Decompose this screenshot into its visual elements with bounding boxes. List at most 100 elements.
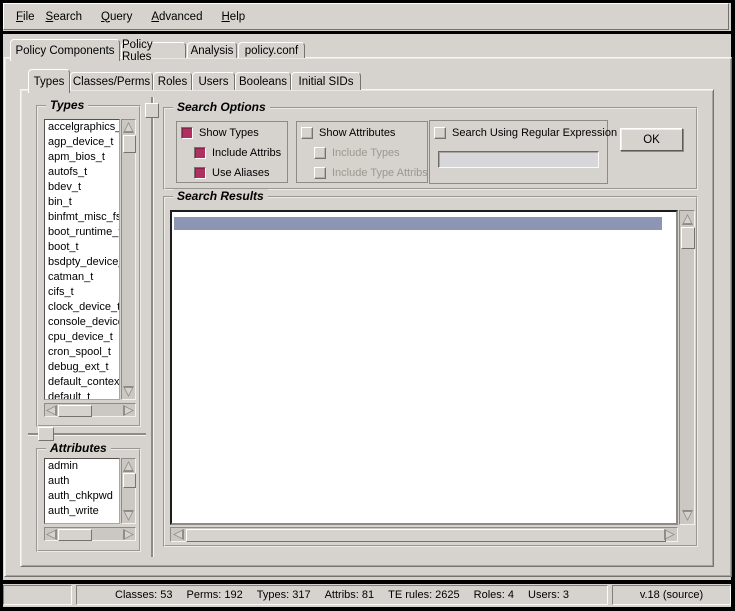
checkbox-unchecked-icon <box>314 147 326 159</box>
type-list-item[interactable]: default_t <box>45 390 119 400</box>
attributes-frame-title: Attributes <box>46 441 111 455</box>
tab-roles[interactable]: Roles <box>153 72 192 90</box>
search-options-frame: Search Options Show Types Include Attrib… <box>163 107 698 190</box>
use-aliases-checkbox[interactable]: Use Aliases <box>194 166 269 179</box>
app-window: File Search Query Advanced Help Policy C… <box>0 0 735 611</box>
attribute-list-item[interactable]: auth_write <box>45 504 119 519</box>
scroll-left-icon[interactable] <box>46 529 57 540</box>
statusbar-version-panel: v.18 (source) <box>612 585 731 605</box>
tab-initial-sids[interactable]: Initial SIDs <box>291 72 361 90</box>
checkbox-checked-icon[interactable] <box>194 147 206 159</box>
type-list-item[interactable]: bdev_t <box>45 180 119 195</box>
scroll-up-icon[interactable] <box>123 122 134 133</box>
status-stat: Users: 3 <box>528 589 569 601</box>
checkbox-checked-icon[interactable] <box>181 127 193 139</box>
tab-policy-components[interactable]: Policy Components <box>10 39 120 61</box>
type-list-item[interactable]: boot_t <box>45 240 119 255</box>
scroll-down-icon[interactable] <box>123 386 134 397</box>
type-list-item[interactable]: agp_device_t <box>45 135 119 150</box>
scroll-up-icon[interactable] <box>682 214 693 225</box>
scroll-right-icon[interactable] <box>123 405 134 416</box>
scroll-left-icon[interactable] <box>173 529 184 540</box>
menu-advanced[interactable]: Advanced <box>151 11 202 23</box>
search-results-title: Search Results <box>173 189 268 203</box>
scroll-left-icon[interactable] <box>46 405 57 416</box>
attributes-listbox[interactable]: adminauthauth_chkpwdauth_write <box>44 458 120 524</box>
type-list-item[interactable]: bsdpty_device_ <box>45 255 119 270</box>
tab-booleans[interactable]: Booleans <box>235 72 291 90</box>
status-stat: Perms: 192 <box>187 589 243 601</box>
include-type-attribs-checkbox: Include Type Attribs <box>314 166 428 179</box>
type-list-item[interactable]: cpu_device_t <box>45 330 119 345</box>
regex-checkbox[interactable]: Search Using Regular Expression <box>434 126 617 139</box>
vertical-sash[interactable] <box>151 97 153 557</box>
types-frame: Types accelgraphics_eagp_device_tapm_bio… <box>36 105 141 427</box>
attributes-v-scrollbar[interactable] <box>121 458 136 524</box>
menu-file[interactable]: File <box>16 11 35 23</box>
scrollbar-thumb[interactable] <box>58 405 92 417</box>
results-v-scrollbar[interactable] <box>679 210 695 525</box>
scrollbar-thumb[interactable] <box>58 529 92 541</box>
search-results-text[interactable] <box>170 210 678 525</box>
type-list-item[interactable]: console_device_ <box>45 315 119 330</box>
scroll-right-icon[interactable] <box>664 529 675 540</box>
attribute-list-item[interactable]: auth_chkpwd <box>45 489 119 504</box>
include-attribs-checkbox[interactable]: Include Attribs <box>194 146 281 159</box>
attribute-list-item[interactable]: auth <box>45 474 119 489</box>
types-h-scrollbar[interactable] <box>44 403 136 417</box>
type-list-item[interactable]: autofs_t <box>45 165 119 180</box>
scroll-right-icon[interactable] <box>123 529 134 540</box>
types-v-scrollbar[interactable] <box>121 119 136 400</box>
show-types-checkbox[interactable]: Show Types <box>181 126 259 139</box>
regex-input[interactable] <box>438 151 599 168</box>
tab-users[interactable]: Users <box>192 72 235 90</box>
types-listbox[interactable]: accelgraphics_eagp_device_tapm_bios_taut… <box>44 119 120 400</box>
tab-analysis[interactable]: Analysis <box>187 42 237 58</box>
type-list-item[interactable]: apm_bios_t <box>45 150 119 165</box>
type-list-item[interactable]: accelgraphics_e <box>45 120 119 135</box>
checkbox-checked-icon[interactable] <box>194 167 206 179</box>
menu-query[interactable]: Query <box>101 11 132 23</box>
attributes-frame: Attributes adminauthauth_chkpwdauth_writ… <box>36 448 141 552</box>
scrollbar-thumb[interactable] <box>123 135 136 153</box>
tab-classes-perms[interactable]: Classes/Perms <box>70 72 153 90</box>
type-list-item[interactable]: default_context <box>45 375 119 390</box>
type-list-item[interactable]: clock_device_t <box>45 300 119 315</box>
status-stat: TE rules: 2625 <box>388 589 460 601</box>
menu-search[interactable]: Search <box>46 11 82 23</box>
attribute-list-item[interactable]: admin <box>45 459 119 474</box>
scroll-up-icon[interactable] <box>123 461 134 472</box>
tab-policy-rules[interactable]: Policy Rules <box>121 42 186 58</box>
tab-types[interactable]: Types <box>28 69 70 93</box>
attributes-h-scrollbar[interactable] <box>44 527 136 541</box>
type-list-item[interactable]: debug_ext_t <box>45 360 119 375</box>
menu-bar: File Search Query Advanced Help <box>3 3 729 30</box>
include-types-checkbox: Include Types <box>314 146 400 159</box>
tab-policy-conf[interactable]: policy.conf <box>238 42 305 58</box>
scrollbar-thumb[interactable] <box>123 473 136 488</box>
results-h-scrollbar[interactable] <box>170 527 678 542</box>
type-list-item[interactable]: binfmt_misc_fs <box>45 210 119 225</box>
status-stat: Attribs: 81 <box>325 589 375 601</box>
ok-button[interactable]: OK <box>620 128 683 151</box>
checkbox-unchecked-icon[interactable] <box>301 127 313 139</box>
scroll-down-icon[interactable] <box>682 510 693 521</box>
statusbar-stats-panel: Classes: 53Perms: 192Types: 317Attribs: … <box>76 585 608 605</box>
types-frame-title: Types <box>46 98 88 112</box>
statusbar-separator <box>0 580 735 584</box>
type-list-item[interactable]: cifs_t <box>45 285 119 300</box>
type-list-item[interactable]: boot_runtime_t <box>45 225 119 240</box>
checkbox-unchecked-icon[interactable] <box>434 127 446 139</box>
vertical-sash-handle[interactable] <box>145 103 159 118</box>
scrollbar-thumb[interactable] <box>681 227 695 249</box>
type-list-item[interactable]: cron_spool_t <box>45 345 119 360</box>
show-attributes-checkbox[interactable]: Show Attributes <box>301 126 395 139</box>
type-list-item[interactable]: catman_t <box>45 270 119 285</box>
type-list-item[interactable]: bin_t <box>45 195 119 210</box>
search-results-frame: Search Results <box>163 196 698 547</box>
regex-group: Search Using Regular Expression <box>429 120 608 184</box>
menu-help[interactable]: Help <box>221 11 245 23</box>
scroll-down-icon[interactable] <box>123 510 134 521</box>
scrollbar-thumb[interactable] <box>186 529 666 542</box>
horizontal-sash-handle[interactable] <box>38 427 54 441</box>
